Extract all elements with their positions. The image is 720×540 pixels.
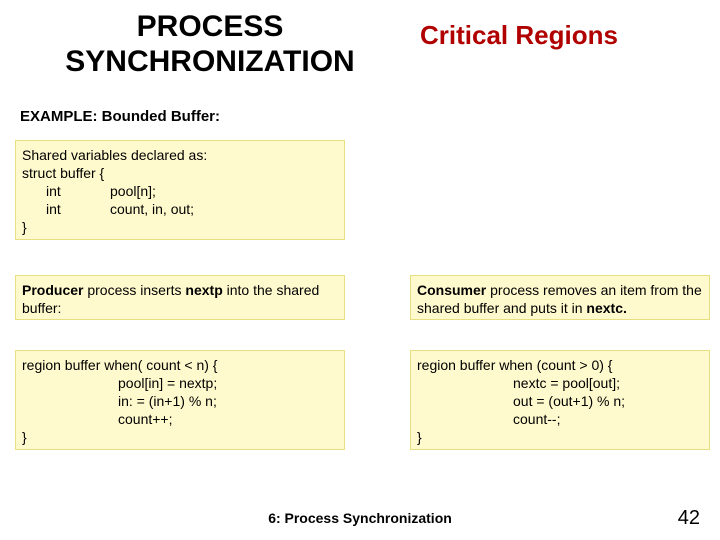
producer-code-box: region buffer when( count < n) { pool[in… xyxy=(15,350,345,450)
slide-title-right: Critical Regions xyxy=(420,20,700,51)
consumer-code2: nextc = pool[out]; xyxy=(417,375,703,393)
producer-desc-mid: process inserts xyxy=(83,282,185,298)
consumer-code1: region buffer when (count > 0) { xyxy=(417,357,703,375)
producer-code1: region buffer when( count < n) { xyxy=(22,357,338,375)
consumer-code3: out = (out+1) % n; xyxy=(417,393,703,411)
producer-code2: pool[in] = nextp; xyxy=(22,375,338,393)
consumer-desc-b2: nextc. xyxy=(586,300,626,316)
consumer-code-box: region buffer when (count > 0) { nextc =… xyxy=(410,350,710,450)
consumer-code4: count--; xyxy=(417,411,703,429)
page-number: 42 xyxy=(678,507,700,530)
shared-row2: int count, in, out; xyxy=(22,201,338,219)
producer-code3: in: = (in+1) % n; xyxy=(22,393,338,411)
footer-title: 6: Process Synchronization xyxy=(0,510,720,526)
producer-close: } xyxy=(22,429,338,447)
consumer-desc-b1: Consumer xyxy=(417,282,486,298)
consumer-close: } xyxy=(417,429,703,447)
producer-desc-b2: nextp xyxy=(185,282,222,298)
shared-vars-box: Shared variables declared as: struct buf… xyxy=(15,140,345,240)
shared-line1: Shared variables declared as: xyxy=(22,147,338,165)
shared-row1-kw: int xyxy=(22,183,110,201)
consumer-desc-box: Consumer process removes an item from th… xyxy=(410,275,710,320)
example-label: EXAMPLE: Bounded Buffer: xyxy=(20,108,220,125)
producer-desc-b1: Producer xyxy=(22,282,83,298)
producer-desc-box: Producer process inserts nextp into the … xyxy=(15,275,345,320)
shared-close: } xyxy=(22,219,338,237)
producer-code4: count++; xyxy=(22,411,338,429)
shared-row2-kw: int xyxy=(22,201,110,219)
shared-line2: struct buffer { xyxy=(22,165,338,183)
shared-row1: int pool[n]; xyxy=(22,183,338,201)
shared-row1-rest: pool[n]; xyxy=(110,183,156,201)
shared-row2-rest: count, in, out; xyxy=(110,201,194,219)
slide-title-left: PROCESS SYNCHRONIZATION xyxy=(60,10,360,79)
